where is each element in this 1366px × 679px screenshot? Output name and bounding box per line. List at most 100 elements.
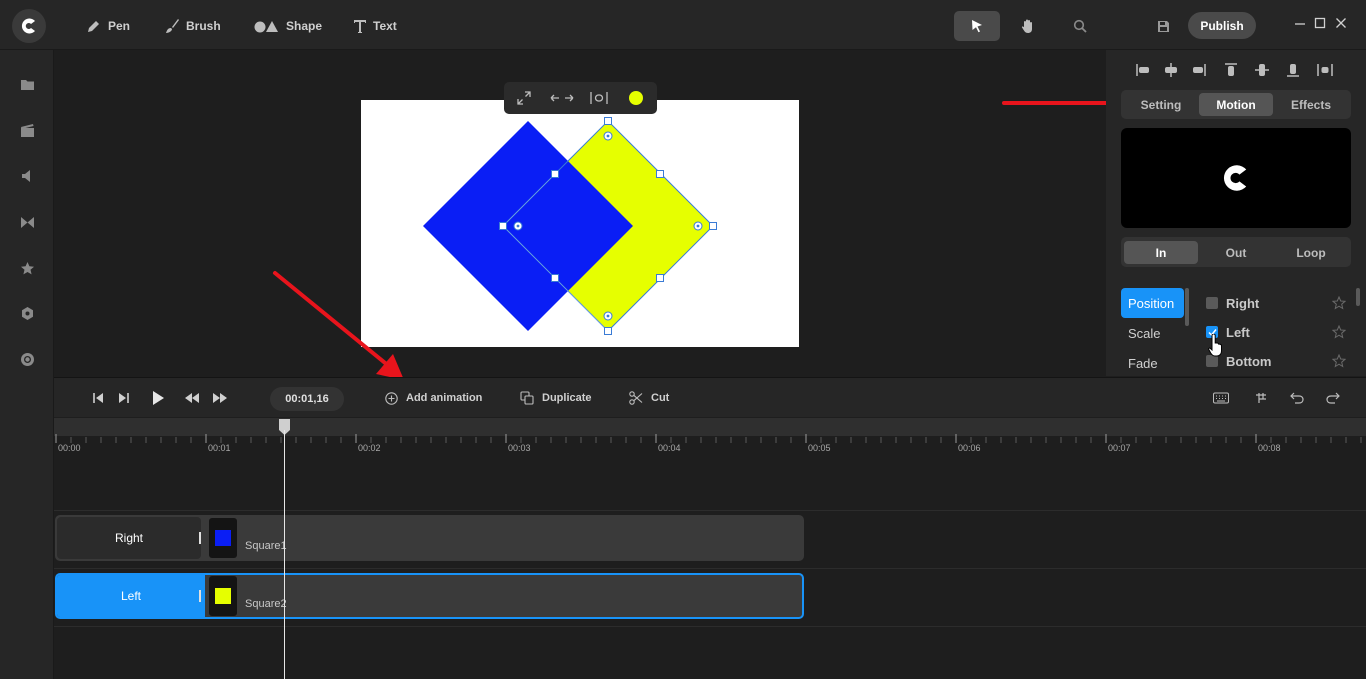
add-animation-button[interactable]: Add animation [385, 390, 482, 406]
shape-tool-label: Shape [286, 19, 323, 33]
pen-icon [86, 18, 102, 34]
sidebar-item-plugins[interactable] [19, 305, 35, 321]
option-bottom-label: Bottom [1226, 353, 1272, 369]
track-label[interactable]: Left [57, 575, 205, 617]
zoom-tool-button[interactable] [1057, 11, 1103, 41]
shape-icon [254, 18, 280, 34]
distribute-horizontal-button[interactable] [1317, 62, 1333, 78]
tab-out[interactable]: Out [1199, 241, 1273, 264]
play-button[interactable] [150, 390, 166, 406]
options-scrollbar[interactable] [1356, 288, 1360, 306]
record-icon [20, 352, 34, 366]
text-tool[interactable]: Text [353, 16, 397, 36]
timecode-display[interactable]: 00:01,16 [270, 387, 344, 411]
track-row[interactable]: Left Square2 [55, 573, 804, 619]
playhead-line[interactable] [284, 430, 285, 679]
brush-tool-label: Brush [186, 19, 221, 33]
align-bottom-icon [1287, 64, 1299, 77]
ruler-ticks [55, 434, 1362, 443]
favorite-star-icon[interactable] [1332, 325, 1346, 339]
pen-tool[interactable]: Pen [86, 16, 130, 36]
skip-to-start-button[interactable] [91, 391, 105, 405]
option-right[interactable]: Right [1206, 293, 1259, 313]
option-left-label: Left [1226, 324, 1250, 340]
align-top-button[interactable] [1223, 62, 1239, 78]
next-frame-button[interactable] [117, 391, 131, 405]
distribute-button[interactable] [590, 90, 608, 106]
hand-tool-button[interactable] [1005, 11, 1051, 41]
favorite-star-icon[interactable] [1332, 296, 1346, 310]
fill-color-swatch[interactable] [628, 90, 644, 106]
fit-button[interactable] [516, 90, 532, 106]
align-middle-button[interactable] [1254, 62, 1270, 78]
clip-name: Square1 [245, 540, 287, 552]
track-resize-handle[interactable] [199, 590, 201, 602]
category-position[interactable]: Position [1121, 288, 1184, 318]
snap-icon [1256, 393, 1266, 403]
sidebar-item-media[interactable] [19, 122, 35, 138]
duplicate-label: Duplicate [542, 392, 592, 404]
undo-button[interactable] [1290, 391, 1304, 405]
duplicate-icon [520, 391, 534, 405]
category-scale[interactable]: Scale [1121, 318, 1184, 348]
track-resize-handle[interactable] [199, 532, 201, 544]
sidebar-item-audio[interactable] [19, 168, 35, 184]
fast-forward-button[interactable] [212, 391, 228, 405]
flip-arrows-icon [550, 94, 574, 102]
timeline-ruler[interactable]: 00:00 00:01 00:02 00:03 00:04 00:05 00:06 00:07… [54, 418, 1366, 453]
annotation-arrow [273, 271, 404, 380]
favorite-star-icon[interactable] [1332, 354, 1346, 368]
align-top-icon [1225, 63, 1237, 76]
track-label[interactable]: Right [57, 517, 201, 559]
align-right-button[interactable] [1191, 62, 1207, 78]
animation-type-tabs: In Out Loop [1121, 237, 1351, 267]
tab-effects[interactable]: Effects [1274, 93, 1348, 116]
tab-setting[interactable]: Setting [1124, 93, 1198, 116]
left-sidebar [0, 50, 54, 679]
rewind-button[interactable] [184, 391, 200, 405]
brush-tool[interactable]: Brush [164, 16, 221, 36]
cursor-icon [972, 20, 982, 33]
tab-motion[interactable]: Motion [1199, 93, 1273, 116]
distribute-horizontal-icon [1317, 64, 1333, 76]
clip-name: Square2 [245, 598, 287, 610]
keyboard-shortcuts-button[interactable] [1213, 391, 1229, 405]
sidebar-item-favorites[interactable] [19, 260, 35, 276]
select-tool-button[interactable] [954, 11, 1000, 41]
sidebar-item-transitions[interactable] [19, 214, 35, 230]
film-icon [20, 123, 34, 137]
sidebar-item-folder[interactable] [19, 76, 35, 92]
plus-circle-icon [385, 391, 398, 405]
align-center-h-button[interactable] [1163, 62, 1179, 78]
artboard[interactable] [361, 100, 799, 347]
selection-handle [656, 274, 664, 282]
shape-tool[interactable]: Shape [254, 16, 322, 36]
close-button[interactable] [1334, 16, 1348, 30]
option-right-checkbox[interactable] [1206, 297, 1218, 309]
minimize-button[interactable] [1293, 16, 1307, 30]
align-bottom-button[interactable] [1285, 62, 1301, 78]
tab-in[interactable]: In [1124, 241, 1198, 264]
selection-handle [604, 327, 612, 335]
skip-start-icon [93, 393, 103, 403]
selection-handle [499, 222, 507, 230]
cut-button[interactable]: Cut [629, 390, 669, 406]
sidebar-item-record[interactable] [19, 351, 35, 367]
duplicate-button[interactable]: Duplicate [520, 390, 592, 406]
align-left-button[interactable] [1135, 62, 1151, 78]
redo-button[interactable] [1326, 391, 1340, 405]
animation-preview [1121, 128, 1351, 228]
flip-horizontal-button[interactable] [550, 90, 574, 106]
snap-button[interactable] [1254, 391, 1268, 405]
app-logo[interactable] [12, 9, 46, 43]
category-scrollbar[interactable] [1185, 288, 1189, 326]
maximize-button[interactable] [1313, 16, 1327, 30]
track-row[interactable]: Right Square1 [55, 515, 804, 561]
category-fade[interactable]: Fade [1121, 348, 1184, 376]
tab-loop[interactable]: Loop [1274, 241, 1348, 264]
publish-button[interactable]: Publish [1188, 12, 1256, 39]
track-divider [54, 626, 1366, 627]
save-icon [1157, 20, 1169, 32]
align-center-h-icon [1165, 63, 1177, 77]
save-button[interactable] [1156, 19, 1170, 33]
